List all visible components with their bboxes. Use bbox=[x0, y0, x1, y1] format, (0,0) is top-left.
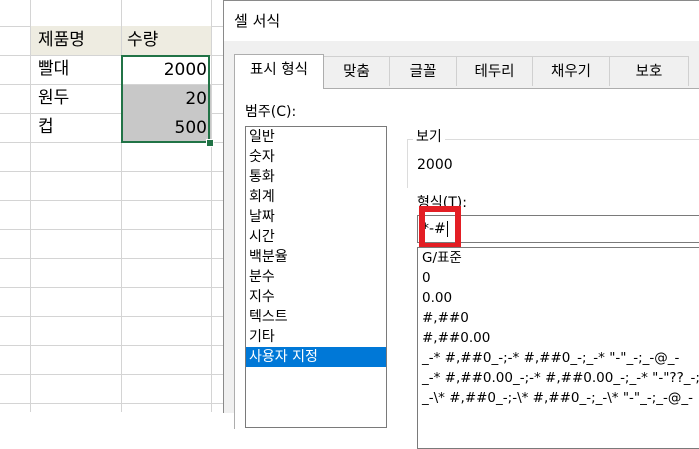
tab-alignment[interactable]: 맞춤 bbox=[323, 56, 390, 86]
sample-label: 보기 bbox=[413, 126, 445, 146]
format-code-item[interactable]: #,##0 bbox=[418, 308, 699, 328]
header-cell-product[interactable]: 제품명 bbox=[31, 26, 121, 55]
format-code-item[interactable]: _-\* #,##0_-;-\* #,##0_-;_-\* "-"_-;_-@_… bbox=[418, 388, 699, 408]
format-code-item[interactable]: _-* #,##0_-;-* #,##0_-;_-* "-"_-;_-@_- bbox=[418, 348, 699, 368]
format-code-item[interactable]: _-* #,##0.00_-;-* #,##0.00_-;_-* "-"??_-… bbox=[418, 368, 699, 388]
category-item[interactable]: 일반 bbox=[246, 127, 386, 147]
category-item[interactable]: 숫자 bbox=[246, 147, 386, 167]
category-label: 범주(C): bbox=[245, 104, 297, 120]
category-item[interactable]: 시간 bbox=[246, 227, 386, 247]
category-item[interactable]: 회계 bbox=[246, 187, 386, 207]
gridline bbox=[0, 171, 225, 172]
gridline bbox=[0, 345, 225, 346]
format-cells-dialog: 셀 서식 표시 형식 맞춤 글꼴 테두리 채우기 보호 범주(C): 일반 숫자… bbox=[223, 0, 699, 449]
tab-border[interactable]: 테두리 bbox=[456, 56, 533, 86]
category-item[interactable]: 기타 bbox=[246, 327, 386, 347]
cell-product[interactable]: 원두 bbox=[31, 84, 121, 113]
cell-quantity[interactable]: 500 bbox=[122, 114, 211, 143]
category-item[interactable]: 분수 bbox=[246, 267, 386, 287]
cell-product[interactable]: 빨대 bbox=[31, 55, 121, 84]
tab-fill[interactable]: 채우기 bbox=[532, 56, 610, 86]
number-tab-panel: 범주(C): 일반 숫자 통화 회계 날짜 시간 백분율 분수 지수 텍스트 기… bbox=[234, 88, 699, 449]
fill-handle[interactable] bbox=[206, 139, 214, 147]
gridline bbox=[0, 287, 225, 288]
category-item[interactable]: 텍스트 bbox=[246, 307, 386, 327]
category-item[interactable]: 백분율 bbox=[246, 247, 386, 267]
tab-number[interactable]: 표시 형식 bbox=[234, 54, 324, 89]
gridline bbox=[211, 0, 212, 412]
gridline bbox=[0, 200, 225, 201]
category-item[interactable]: 날짜 bbox=[246, 207, 386, 227]
format-code-item[interactable]: 0.00 bbox=[418, 288, 699, 308]
gridline bbox=[0, 258, 225, 259]
gridline bbox=[0, 374, 225, 375]
category-list[interactable]: 일반 숫자 통화 회계 날짜 시간 백분율 분수 지수 텍스트 기타 사용자 지… bbox=[245, 126, 387, 428]
highlight-box bbox=[419, 206, 461, 249]
tab-font[interactable]: 글꼴 bbox=[389, 56, 457, 86]
spreadsheet-grid: 제품명 수량 빨대 2000 원두 20 컵 500 bbox=[0, 0, 225, 412]
cell-quantity[interactable]: 20 bbox=[122, 85, 211, 114]
dialog-title: 셀 서식 bbox=[234, 12, 281, 30]
format-code-list[interactable]: G/표준 0 0.00 #,##0 #,##0.00 _-* #,##0_-;-… bbox=[417, 247, 699, 449]
format-code-item[interactable]: #,##0.00 bbox=[418, 328, 699, 348]
gridline bbox=[0, 403, 225, 404]
sample-value: 2000 bbox=[417, 157, 453, 173]
dialog-titlebar[interactable]: 셀 서식 bbox=[224, 1, 699, 41]
category-item-selected[interactable]: 사용자 지정 bbox=[246, 347, 386, 367]
tab-protection[interactable]: 보호 bbox=[609, 56, 689, 86]
gridline bbox=[0, 229, 225, 230]
category-item[interactable]: 통화 bbox=[246, 167, 386, 187]
category-item[interactable]: 지수 bbox=[246, 287, 386, 307]
format-code-item[interactable]: 0 bbox=[418, 268, 699, 288]
cell-product[interactable]: 컵 bbox=[31, 113, 121, 142]
gridline bbox=[0, 316, 225, 317]
format-code-item[interactable]: G/표준 bbox=[418, 248, 699, 268]
header-cell-quantity[interactable]: 수량 bbox=[122, 26, 211, 55]
cell-quantity[interactable]: 2000 bbox=[122, 56, 211, 85]
